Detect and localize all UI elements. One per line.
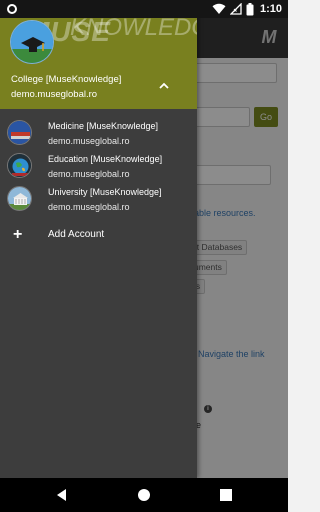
college-avatar-icon[interactable] xyxy=(10,20,54,64)
education-avatar-icon xyxy=(7,153,32,178)
add-account-button[interactable]: + Add Account xyxy=(0,223,197,247)
status-bar: 1:10 xyxy=(0,0,288,18)
recents-icon[interactable] xyxy=(216,485,236,505)
account-item-medicine[interactable]: Medicine [MuseKnowledge] demo.museglobal… xyxy=(0,119,197,151)
account-email: demo.museglobal.ro xyxy=(48,169,130,179)
status-icons: 1:10 xyxy=(212,2,282,16)
no-signal-icon xyxy=(229,3,242,15)
account-item-university[interactable]: University [MuseKnowledge] demo.museglob… xyxy=(0,185,197,217)
navigation-drawer: MUSE KNOWLEDGE College [MuseKnowledge] d… xyxy=(0,0,197,478)
account-email: demo.museglobal.ro xyxy=(48,136,130,146)
add-account-label: Add Account xyxy=(48,229,105,240)
account-name: Medicine [MuseKnowledge] xyxy=(48,121,159,131)
account-item-education[interactable]: Education [MuseKnowledge] demo.musegloba… xyxy=(0,152,197,184)
active-account-name: College [MuseKnowledge] xyxy=(11,74,122,85)
chevron-up-icon[interactable] xyxy=(156,78,172,94)
wifi-icon xyxy=(212,3,226,14)
battery-icon xyxy=(246,2,254,15)
account-name: University [MuseKnowledge] xyxy=(48,187,162,197)
account-email: demo.museglobal.ro xyxy=(48,202,130,212)
account-name: Education [MuseKnowledge] xyxy=(48,154,163,164)
clock: 1:10 xyxy=(259,3,282,15)
medicine-avatar-icon xyxy=(7,120,32,145)
notification-icon xyxy=(7,4,17,14)
watermark-knowledge: KNOWLEDGE xyxy=(70,14,197,41)
system-nav-bar xyxy=(0,478,288,512)
plus-icon: + xyxy=(13,226,23,243)
active-account-email: demo.museglobal.ro xyxy=(11,89,98,100)
home-icon[interactable] xyxy=(134,485,154,505)
back-icon[interactable] xyxy=(52,485,72,505)
university-avatar-icon xyxy=(7,186,32,211)
